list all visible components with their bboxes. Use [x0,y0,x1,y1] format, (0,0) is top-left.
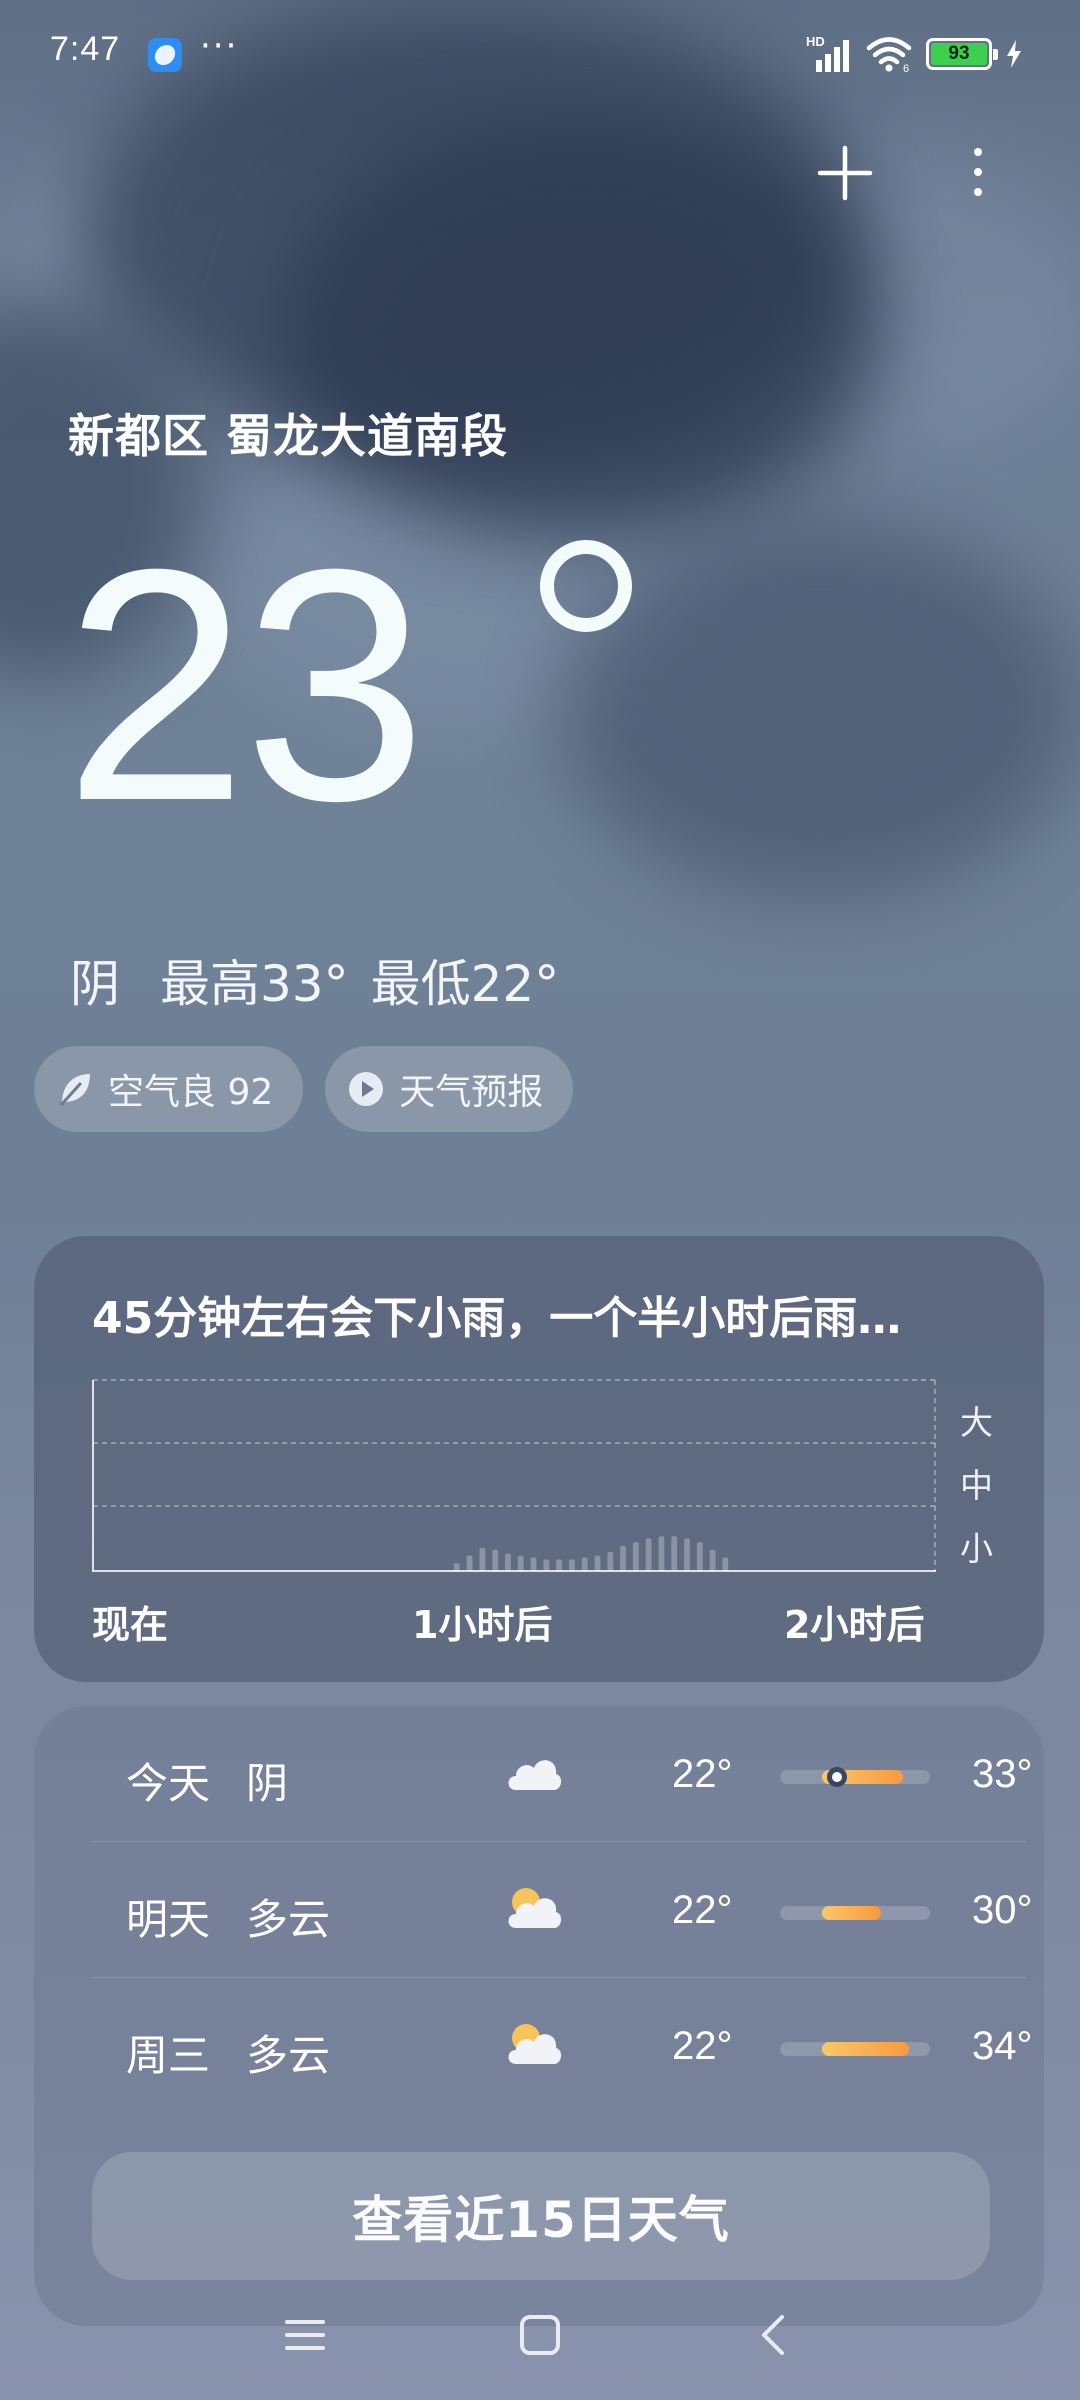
cloudy-icon [508,1760,562,1790]
forecast-row-wednesday[interactable]: 周三 多云 22° 34° [92,1978,1033,2114]
precipitation-bar [505,1553,511,1571]
forecast-row-tomorrow[interactable]: 明天 多云 22° 30° [92,1842,1033,1978]
precipitation-bar [543,1559,550,1571]
precipitation-bar [671,1536,678,1571]
time-label-now: 现在 [92,1603,169,1647]
temperature-range-bar [780,1767,930,1787]
partly-cloudy-icon [508,1888,562,1928]
network-hd-label: HD [806,34,825,49]
forecast-condition: 多云 [246,1895,331,1944]
forecast-low: 22° [672,1752,733,1796]
precipitation-bar [517,1555,524,1571]
back-icon[interactable] [740,2300,810,2370]
forecast-low: 22° [672,2024,733,2068]
overflow-notifications-icon: ··· [200,26,239,66]
precipitation-bar [632,1542,639,1571]
forecast-high: 33° [972,1752,1033,1796]
precipitation-bar [492,1549,499,1571]
forecast-condition: 阴 [246,1759,289,1808]
forecast-day: 今天 [126,1759,211,1808]
time-label-2h: 2小时后 [784,1603,925,1647]
partly-cloudy-icon [508,2024,562,2064]
home-icon[interactable] [505,2300,575,2370]
precipitation-bar [696,1542,703,1571]
precipitation-bar [722,1557,729,1571]
play-icon [349,1072,384,1106]
temperature-range-bar [780,1906,930,1920]
precipitation-bar [645,1538,652,1571]
location-title[interactable]: 新都区 蜀龙大道南段 [68,400,508,466]
current-temp-marker [827,1767,847,1787]
precipitation-chart [92,1379,936,1572]
charging-icon [1007,40,1021,68]
wifi-icon: 6 [866,37,912,73]
precipitation-card[interactable]: 45分钟左右会下小雨，一个半小时后雨… 大 中 小 现在 1小时后 2小时后 [34,1236,1044,1682]
daily-forecast-card: 今天 阴 22° 33° 明天 多云 22° 30° 周三 多云 22° 34°… [34,1706,1044,2326]
signal-icon: HD [806,34,852,72]
leaf-icon [60,1074,90,1106]
level-light-label: 小 [960,1529,993,1568]
battery-level: 93 [931,43,987,65]
precipitation-bar [453,1563,460,1571]
status-bar: 7:47 ··· HD 6 93 [0,0,1080,104]
status-time: 7:47 [50,30,121,68]
precipitation-bar [479,1547,486,1571]
view-15-day-button[interactable]: 查看近15日天气 [92,2152,990,2280]
add-city-button[interactable] [812,140,878,206]
precipitation-bar [658,1536,665,1571]
precipitation-bar [530,1557,537,1571]
precipitation-bars [453,1536,729,1571]
forecast-low: 22° [672,1888,733,1932]
weather-app-icon [148,38,182,72]
precipitation-bar [620,1545,626,1571]
forecast-row-today[interactable]: 今天 阴 22° 33° [92,1706,1033,1842]
air-quality-chip[interactable]: 空气良 92 [34,1046,304,1132]
battery-icon: 93 [926,38,998,70]
precipitation-bar [607,1551,614,1571]
forecast-video-label: 天气预报 [399,1072,544,1113]
forecast-condition: 多云 [246,2031,331,2080]
precipitation-summary: 45分钟左右会下小雨，一个半小时后雨… [92,1293,902,1344]
precipitation-bar [709,1549,716,1571]
navigation-bar [0,2270,1080,2400]
precipitation-bar [581,1557,588,1571]
forecast-high: 34° [972,2024,1033,2068]
level-moderate-label: 中 [960,1466,993,1505]
forecast-day: 周三 [126,2031,211,2080]
precipitation-bar [556,1559,562,1571]
info-chips: 空气良 92 天气预报 [34,1046,574,1132]
weather-summary: 阴 最高33° 最低22° [70,944,559,1016]
degree-symbol [540,540,632,632]
high-temperature: 最高33° [160,955,349,1013]
low-temperature: 最低22° [370,955,560,1013]
current-condition: 阴 [70,955,120,1013]
precipitation-bar [466,1555,473,1571]
temperature-range-bar [780,2042,930,2056]
temperature-range-fill [822,1906,881,1920]
svg-text:6: 6 [903,63,909,73]
level-heavy-label: 大 [960,1403,993,1442]
time-label-1h: 1小时后 [412,1603,553,1647]
current-temperature: 23 [64,500,427,869]
menu-icon[interactable] [270,2300,340,2370]
air-quality-label: 空气良 92 [108,1072,274,1113]
precipitation-bar [594,1555,601,1571]
forecast-day: 明天 [126,1895,211,1944]
precipitation-bar [569,1559,575,1571]
precipitation-bar [684,1538,690,1571]
forecast-high: 30° [972,1888,1033,1932]
more-vertical-icon[interactable] [960,140,996,206]
forecast-video-chip[interactable]: 天气预报 [325,1046,574,1132]
temperature-range-fill [822,2042,909,2056]
